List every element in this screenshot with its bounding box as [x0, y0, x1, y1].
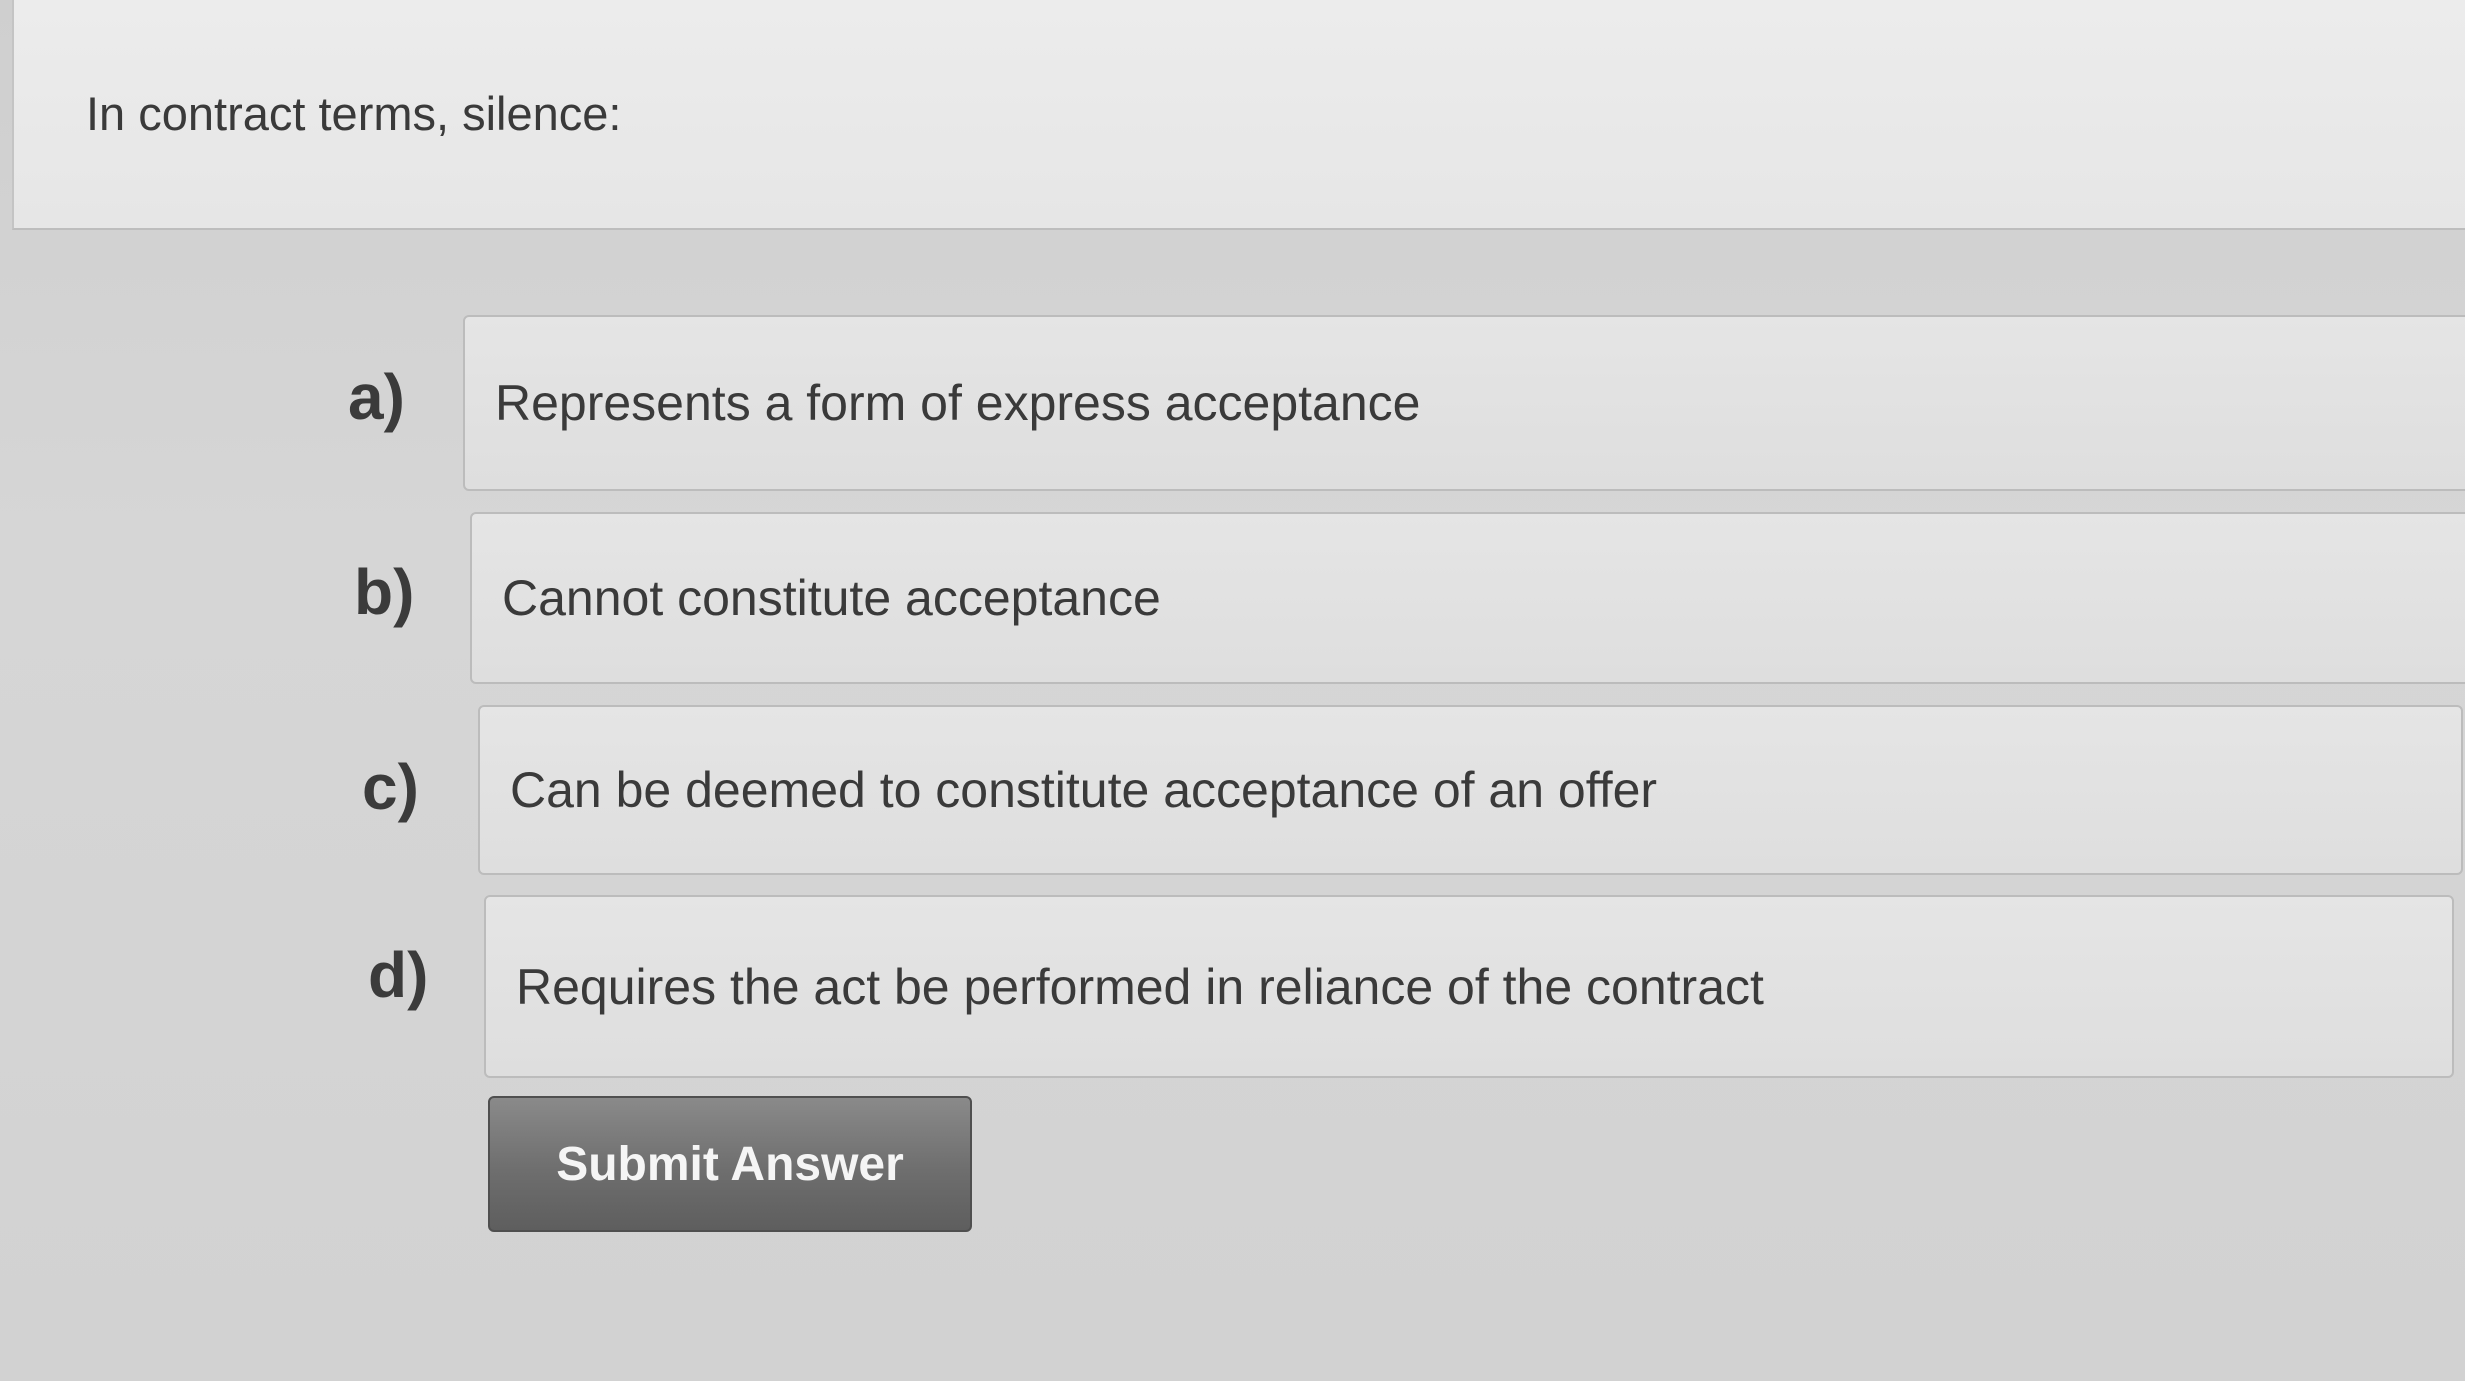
option-a-letter: a) — [348, 361, 405, 433]
option-b-text: Cannot constitute acceptance — [502, 570, 1161, 626]
option-c-letter: c) — [362, 751, 419, 823]
option-d[interactable]: Requires the act be performed in relianc… — [484, 895, 2454, 1078]
option-a-text: Represents a form of express acceptance — [495, 375, 1421, 431]
submit-answer-button[interactable]: Submit Answer — [488, 1096, 972, 1232]
option-b[interactable]: Cannot constitute acceptance — [470, 512, 2465, 684]
question-panel: In contract terms, silence: — [12, 0, 2465, 230]
quiz-screen: In contract terms, silence: a) Represent… — [0, 0, 2465, 1381]
submit-answer-label: Submit Answer — [556, 1137, 904, 1191]
option-b-letter: b) — [354, 556, 415, 628]
question-text: In contract terms, silence: — [86, 87, 622, 140]
option-c[interactable]: Can be deemed to constitute acceptance o… — [478, 705, 2463, 875]
option-d-text: Requires the act be performed in relianc… — [516, 958, 1764, 1015]
option-c-text: Can be deemed to constitute acceptance o… — [510, 762, 1658, 818]
option-a[interactable]: Represents a form of express acceptance — [463, 315, 2465, 491]
option-d-letter: d) — [368, 939, 429, 1011]
